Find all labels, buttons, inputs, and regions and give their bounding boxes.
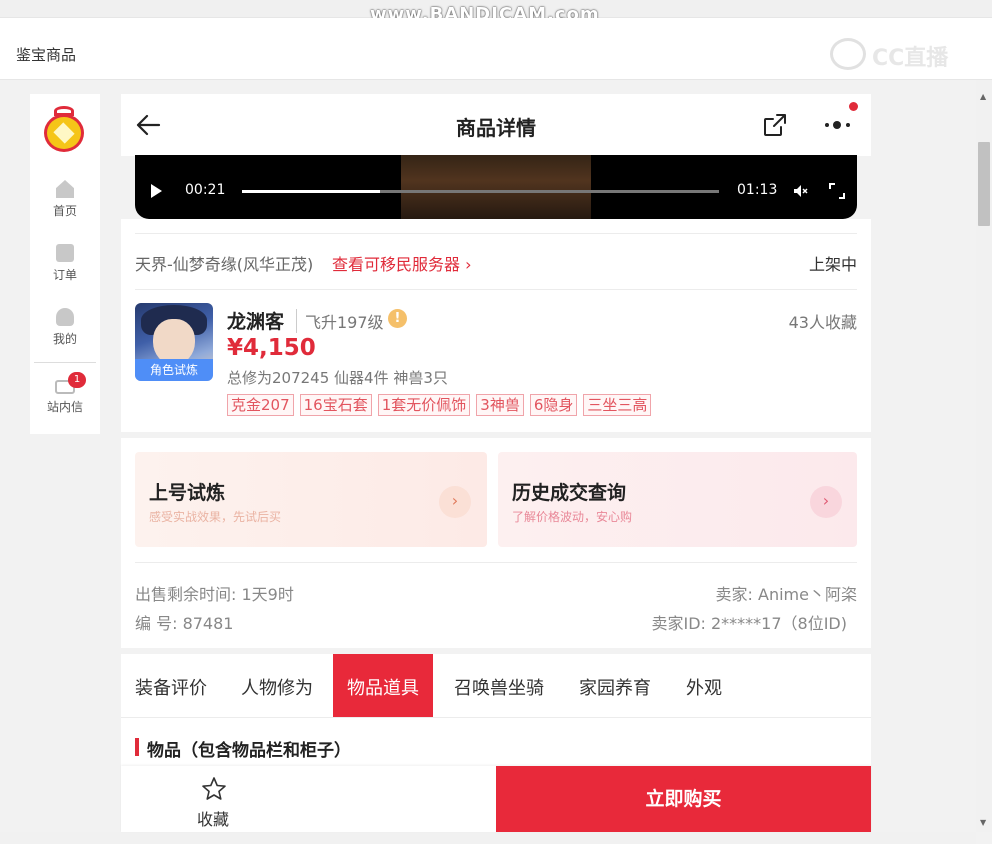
trial-title: 上号试炼 (149, 482, 226, 504)
listing-status: 上架中 (808, 255, 857, 274)
sidebar-item-label: 首页 (52, 204, 77, 218)
tab-character[interactable]: 人物修为 (241, 654, 313, 717)
vertical-scrollbar[interactable]: ▲ ▼ (976, 80, 992, 832)
trial-login-card[interactable]: 上号试炼 感受实战效果，先试后买 › (135, 452, 487, 547)
sidebar-item-home[interactable]: 首页 (30, 180, 100, 219)
price: ¥4,150 (227, 335, 316, 361)
sidebar-item-label: 我的 (52, 332, 77, 346)
seek-bar[interactable] (242, 190, 719, 193)
item-number: 编 号: 87481 (135, 614, 234, 633)
page-title: 商品详情 (456, 116, 536, 140)
play-icon[interactable] (151, 184, 162, 198)
divider (135, 562, 857, 563)
fullscreen-icon[interactable] (829, 183, 845, 199)
trial-subtitle: 感受实战效果，先试后买 (149, 510, 282, 524)
total-time: 01:13 (737, 182, 778, 198)
chevron-right-icon[interactable]: › (439, 486, 471, 518)
current-time: 00:21 (185, 182, 226, 198)
history-title: 历史成交查询 (512, 482, 627, 504)
more-dots-icon[interactable] (821, 112, 857, 138)
bottom-action-bar: 收藏 立即购买 (121, 766, 871, 832)
favorite-count: 43人收藏 (788, 313, 857, 332)
sidebar-item-label: 订单 (52, 268, 77, 282)
seller-id: 卖家ID: 2*****17（8位ID) (651, 614, 847, 633)
character-name: 龙渊客 (227, 311, 285, 333)
sidebar-item-messages[interactable]: 1 站内信 (30, 372, 100, 415)
divider (135, 289, 857, 290)
role-trial-tag[interactable]: 角色试炼 (135, 359, 213, 381)
favorite-button[interactable]: 收藏 (121, 766, 496, 832)
header-title: 鉴宝商品 (16, 46, 77, 64)
seller-name: 卖家: Anime丶阿栥 (715, 585, 857, 604)
feature-tag: 克金207 (227, 394, 294, 416)
buy-now-button[interactable]: 立即购买 (496, 766, 871, 832)
migrate-server-link[interactable]: 查看可移民服务器 › (332, 251, 472, 275)
tab-homestead[interactable]: 家园养育 (579, 654, 651, 717)
sidebar: 首页 订单 我的 1 站内信 (30, 94, 100, 434)
server-name: 天界-仙梦奇缘(风华正茂) (135, 255, 314, 274)
history-query-card[interactable]: 历史成交查询 了解价格波动，安心购 › (498, 452, 857, 547)
tab-appearance[interactable]: 外观 (686, 654, 722, 717)
user-icon (56, 308, 74, 326)
sidebar-item-mine[interactable]: 我的 (30, 308, 100, 347)
video-player[interactable]: 00:21 01:13 (135, 155, 857, 219)
star-icon (202, 777, 226, 800)
history-subtitle: 了解价格波动，安心购 (512, 510, 633, 524)
mute-icon[interactable] (793, 184, 809, 198)
sidebar-item-orders[interactable]: 订单 (30, 244, 100, 283)
cc-logo-text: CC直播 (872, 46, 949, 71)
notification-dot (849, 102, 858, 111)
cc-logo-ring-icon (830, 38, 866, 70)
section-title: 物品（包含物品栏和柜子） (147, 741, 351, 761)
character-stats: 总修为207245 仙器4件 神兽3只 (227, 369, 448, 387)
feature-tag: 16宝石套 (299, 394, 372, 416)
gift-logo-icon[interactable] (40, 106, 88, 154)
scroll-down-icon[interactable]: ▼ (980, 818, 986, 827)
section-marker (135, 738, 139, 756)
character-level: 飞升197级 (296, 309, 384, 333)
migrate-server-label: 查看可移民服务器 (332, 255, 461, 274)
page-header: 鉴宝商品 CC直播 (0, 18, 992, 80)
sidebar-item-label: 站内信 (46, 400, 83, 414)
tab-pets-mounts[interactable]: 召唤兽坐骑 (454, 654, 544, 717)
share-icon[interactable] (761, 111, 789, 139)
chevron-right-icon[interactable]: › (810, 486, 842, 518)
chevron-right-icon: › (465, 255, 472, 274)
cc-logo: CC直播 (830, 38, 960, 71)
listing-info-card: 天界-仙梦奇缘(风华正茂) 查看可移民服务器 › 上架中 角色试炼 龙渊客 飞升… (121, 219, 871, 432)
scroll-up-icon[interactable]: ▲ (980, 92, 986, 101)
scroll-thumb[interactable] (978, 142, 990, 226)
feature-tag: 6隐身 (529, 394, 578, 416)
feature-tags: 克金207 16宝石套 1套无价佩饰 3神兽 6隐身 三坐三高 (227, 394, 652, 416)
feature-tag: 1套无价佩饰 (377, 394, 471, 416)
sidebar-divider (34, 362, 96, 363)
order-icon (56, 244, 74, 262)
divider (135, 233, 857, 234)
actions-card: 上号试炼 感受实战效果，先试后买 › 历史成交查询 了解价格波动，安心购 › 出… (121, 438, 871, 648)
info-warning-icon[interactable]: ! (388, 309, 407, 328)
tab-divider (121, 717, 871, 718)
tab-items[interactable]: 物品道具 (333, 654, 433, 717)
sale-time-remaining: 出售剩余时间: 1天9时 (135, 585, 294, 604)
feature-tag: 3神兽 (476, 394, 524, 416)
tab-equipment[interactable]: 装备评价 (135, 654, 207, 717)
home-icon (56, 180, 74, 198)
feature-tag: 三坐三高 (583, 394, 652, 416)
horizontal-scrollbar[interactable] (0, 832, 976, 844)
unread-badge: 1 (68, 372, 86, 388)
detail-nav-bar: 商品详情 (121, 94, 871, 156)
seek-progress (242, 190, 381, 193)
video-frame (401, 155, 591, 219)
favorite-label: 收藏 (197, 810, 230, 829)
